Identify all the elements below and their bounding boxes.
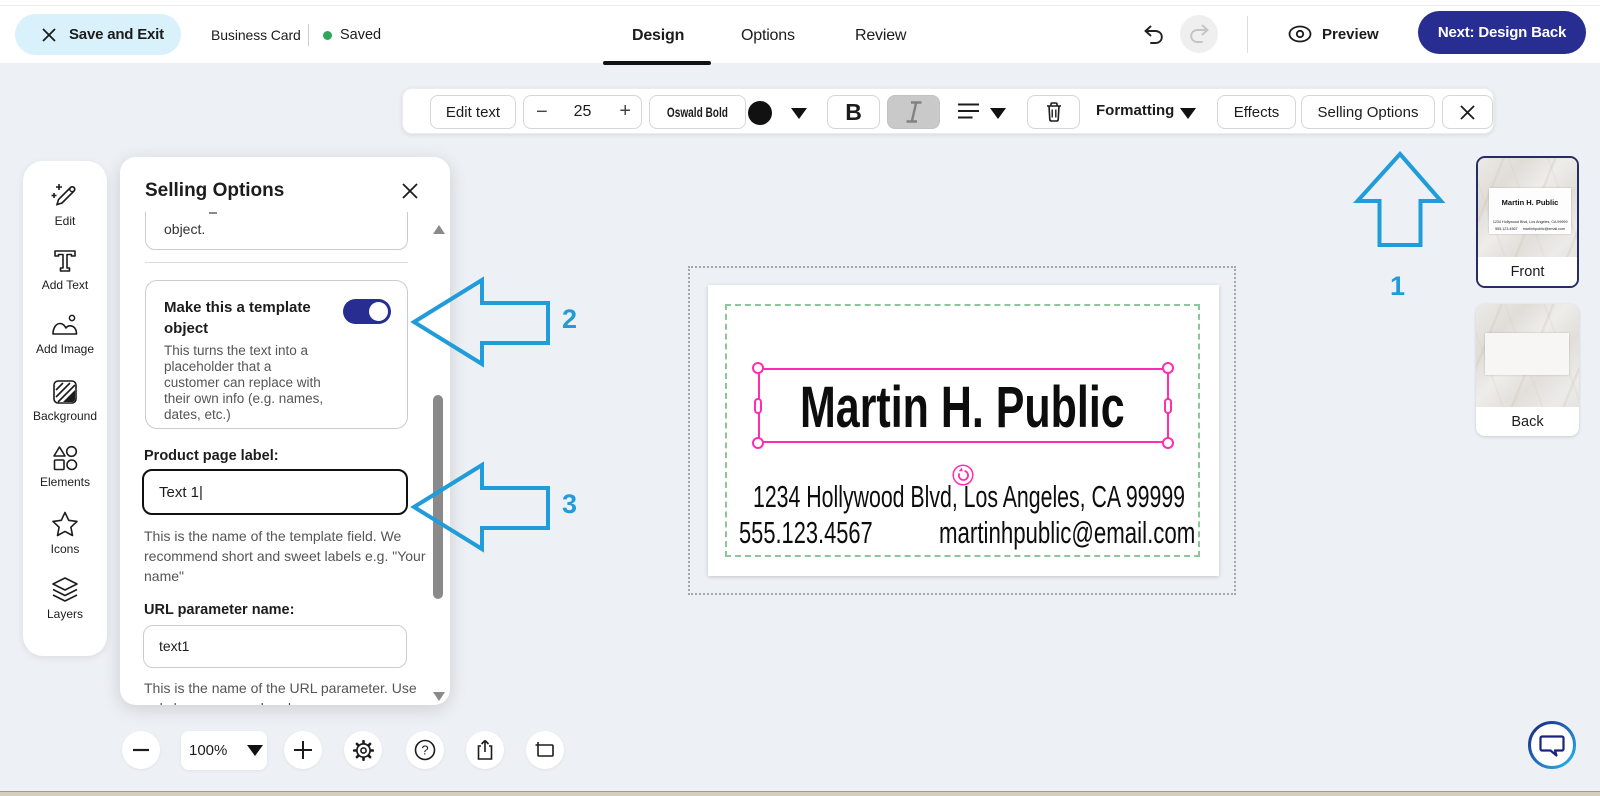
svg-text:?: ? — [421, 743, 428, 758]
